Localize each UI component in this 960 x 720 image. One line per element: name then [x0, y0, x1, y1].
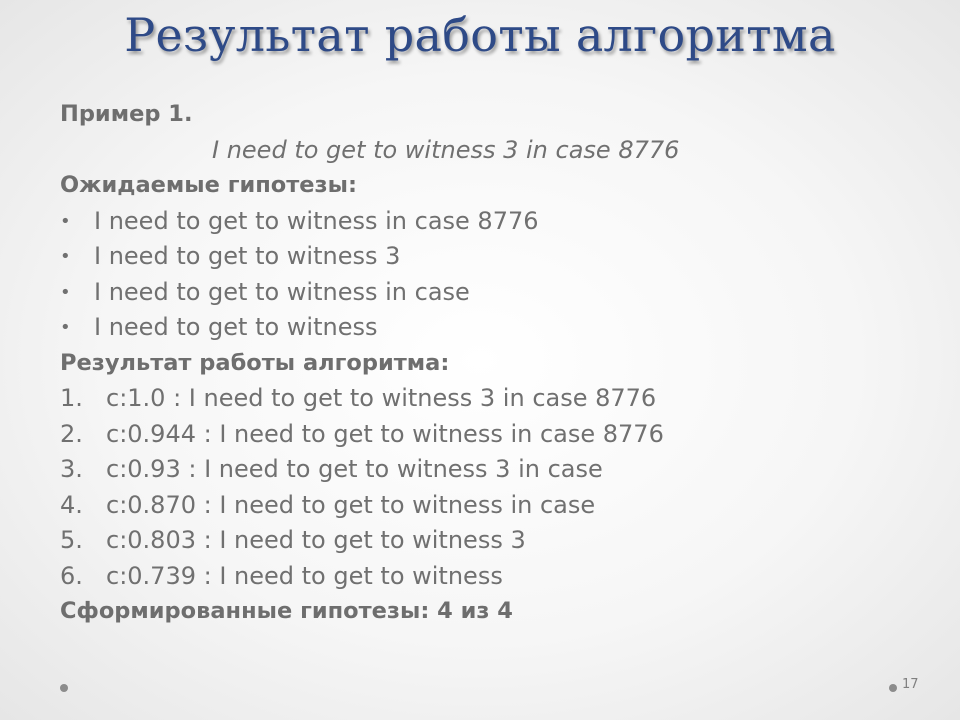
list-item: 5. c:0.803 : I need to get to witness 3: [60, 523, 920, 559]
result-text: c:0.739 : I need to get to witness: [106, 561, 503, 590]
list-item: 3. c:0.93 : I need to get to witness 3 i…: [60, 452, 920, 488]
result-number: 5.: [60, 526, 83, 554]
result-text: c:1.0 : I need to get to witness 3 in ca…: [106, 384, 657, 412]
list-item: 6. c:0.739 : I need to get to witness: [60, 559, 920, 595]
result-text: c:0.870 : I need to get to witness in ca…: [106, 490, 596, 519]
result-heading: Результат работы алгоритма:: [60, 349, 450, 376]
footer-dot-right-icon: [889, 684, 897, 692]
result-text: c:0.944 : I need to get to witness in ca…: [106, 419, 664, 448]
expected-hypothesis: I need to get to witness in case: [94, 277, 470, 306]
summary-text: Сформированные гипотезы: 4 из 4: [60, 598, 513, 624]
list-item: 1. c:1.0 : I need to get to witness 3 in…: [60, 381, 920, 417]
result-number: 1.: [60, 384, 83, 412]
slide-content: Пример 1. I need to get to witness 3 in …: [60, 97, 920, 630]
list-item: • I need to get to witness: [60, 310, 920, 346]
list-item: • I need to get to witness in case 8776: [60, 204, 920, 240]
list-item: 4. c:0.870 : I need to get to witness in…: [60, 488, 920, 524]
bullet-icon: •: [60, 246, 71, 267]
example-text: I need to get to witness 3 in case 8776: [212, 135, 680, 164]
bullet-icon: •: [60, 281, 71, 303]
expected-hypothesis: I need to get to witness: [94, 313, 378, 341]
page-number: 17: [902, 677, 919, 692]
list-item: 2. c:0.944 : I need to get to witness in…: [60, 417, 920, 453]
result-number: 6.: [60, 561, 83, 590]
result-number: 3.: [60, 455, 83, 483]
bullet-icon: •: [60, 210, 71, 232]
list-item: • I need to get to witness 3: [60, 239, 920, 275]
result-number: 2.: [60, 419, 83, 448]
expected-heading: Ожидаемые гипотезы:: [60, 172, 357, 198]
slide-title: Результат работы алгоритма: [124, 8, 836, 62]
list-item: • I need to get to witness in case: [60, 275, 920, 311]
result-text: c:0.803 : I need to get to witness 3: [106, 526, 526, 554]
result-number: 4.: [60, 490, 83, 519]
expected-hypothesis: I need to get to witness 3: [94, 242, 401, 270]
expected-hypothesis: I need to get to witness in case 8776: [94, 206, 539, 235]
result-text: c:0.93 : I need to get to witness 3 in c…: [106, 455, 603, 483]
footer-dot-left-icon: [60, 684, 68, 692]
example-heading: Пример 1.: [60, 101, 193, 127]
bullet-icon: •: [60, 317, 71, 338]
